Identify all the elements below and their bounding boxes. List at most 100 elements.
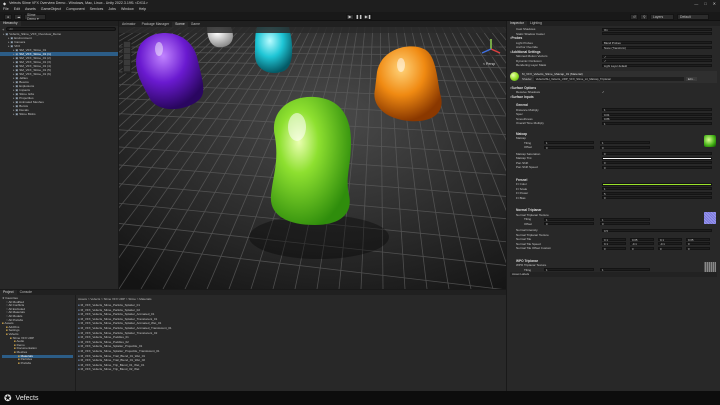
menu-file[interactable]: File: [3, 7, 9, 11]
normal-offset-y-field[interactable]: 0: [600, 222, 650, 226]
unity-logo-icon: ◆: [3, 0, 7, 6]
maximize-icon[interactable]: □: [704, 1, 706, 6]
minimize-icon[interactable]: —: [694, 1, 698, 6]
brand-bar: ✪ Vefects: [0, 391, 720, 405]
file-list-item[interactable]: ● M_VFX_Vefects_Slime_Trip_Blend_02_Wet: [78, 367, 498, 372]
tiling-x-field[interactable]: 1: [544, 141, 594, 145]
property-field[interactable]: ✓: [602, 54, 712, 58]
tab-inspector[interactable]: Inspector: [507, 21, 527, 26]
scene-view[interactable]: < Persp: [119, 27, 506, 289]
play-button[interactable]: ▶: [346, 13, 354, 20]
normal-offset-row: Offset 0 0: [510, 222, 717, 227]
vector-component-field[interactable]: 0: [630, 246, 654, 250]
asset-labels-row[interactable]: Asset Labels: [510, 272, 717, 277]
shader-dropdown[interactable]: Vefects/SH_Vefects_URP_VFX_Slime_Lit_Mat…: [533, 77, 684, 81]
vector-component-field[interactable]: 0: [602, 246, 626, 250]
material-header[interactable]: M_VFX_Vefects_Slime_Matcap_01 (Material)…: [510, 70, 717, 83]
property-field[interactable]: [602, 182, 712, 186]
green-slime[interactable]: [270, 96, 351, 225]
property-field[interactable]: [602, 32, 712, 36]
persp-label[interactable]: < Persp: [483, 62, 495, 66]
hierarchy-item[interactable]: ▸ ▣ Slime Blobs: [0, 112, 118, 116]
main-toolbar: ● ☁ Slime Demo ▾ ▶ ❚❚ ▶❚ ↺ ⚲ Layers Defa…: [0, 12, 720, 21]
close-icon[interactable]: ✕: [713, 1, 716, 6]
property-field[interactable]: Blend Probes: [602, 41, 712, 45]
project-breadcrumb[interactable]: Assets > Vefects > Slime VFX URP > Slime…: [78, 297, 151, 301]
menu-component[interactable]: Component: [66, 7, 85, 11]
pause-button[interactable]: ❚❚: [355, 13, 363, 20]
vector-component-field[interactable]: 0.1: [658, 237, 682, 241]
property-field[interactable]: On: [602, 27, 712, 31]
wpo-tiling-x-field[interactable]: 1: [544, 268, 594, 272]
menu-gameobject[interactable]: GameObject: [41, 7, 61, 11]
vector-component-field[interactable]: 0: [686, 246, 710, 250]
property-field[interactable]: 0: [602, 161, 712, 165]
property-field[interactable]: 0.5: [602, 228, 712, 232]
property-field[interactable]: Light Layer default: [602, 63, 712, 67]
menu-edit[interactable]: Edit: [14, 7, 20, 11]
layout-dropdown[interactable]: Default: [677, 13, 709, 20]
property-field[interactable]: None (Transform): [602, 45, 712, 49]
tab-hierarchy[interactable]: Hierarchy: [0, 21, 21, 26]
orange-slime[interactable]: [374, 46, 442, 122]
step-button[interactable]: ▶❚: [364, 13, 372, 20]
normal-tiling-x-field[interactable]: 1: [544, 217, 594, 221]
shader-edit-button[interactable]: Edit...: [685, 77, 697, 81]
vector-component-field[interactable]: 0.1: [602, 237, 626, 241]
property-field[interactable]: 1: [602, 108, 712, 112]
scale-tool-icon[interactable]: [124, 60, 130, 65]
file-name: M_VFX_Vefects_Slime_Particle_Splatter_Tr…: [80, 316, 158, 321]
offset-x-field[interactable]: 0: [544, 145, 594, 149]
project-file-list: ● M_VFX_Vefects_Slime_Particle_Splatter_…: [78, 303, 498, 372]
menu-services[interactable]: Services: [90, 7, 104, 11]
asset-labels-label: Asset Labels: [512, 272, 530, 277]
tiling-y-field[interactable]: 1: [600, 141, 650, 145]
property-field[interactable]: ✓: [602, 59, 712, 63]
normal-tiling-y-field[interactable]: 1: [600, 217, 650, 221]
vector-component-field[interactable]: 0.05: [686, 237, 710, 241]
menu-assets[interactable]: Assets: [25, 7, 36, 11]
account-dropdown[interactable]: Slime Demo ▾: [24, 13, 46, 21]
scene-overlay-toolbar[interactable]: [119, 27, 506, 33]
hierarchy-search-input[interactable]: All: [6, 27, 116, 31]
vector-component-field[interactable]: 0.05: [630, 237, 654, 241]
property-field[interactable]: 0: [602, 196, 712, 200]
property-field[interactable]: 0.01: [602, 112, 712, 116]
file-name: M_VFX_Vefects_Slime_Splatter_Projectile_…: [80, 348, 160, 353]
normal-offset-x-field[interactable]: 0: [544, 222, 594, 226]
wpo-tiling-y-field[interactable]: 1: [600, 268, 650, 272]
menu-help[interactable]: Help: [139, 7, 146, 11]
hand-tool-icon[interactable]: [124, 42, 130, 47]
surface-inputs-section[interactable]: ▾ Surface Inputs: [510, 95, 717, 100]
property-field[interactable]: 0.86: [602, 117, 712, 121]
cloud-icon[interactable]: ☁: [14, 13, 22, 20]
file-name: M_VFX_Vefects_Slime_Puddles_01: [80, 335, 129, 340]
menu-jobs[interactable]: Jobs: [108, 7, 116, 11]
vector-component-field[interactable]: -0.1: [630, 242, 654, 246]
vector-component-field[interactable]: -0.1: [658, 242, 682, 246]
property-field[interactable]: 5: [602, 191, 712, 195]
property-field[interactable]: [602, 156, 712, 160]
vector-component-field[interactable]: 0.1: [602, 242, 626, 246]
property-label: Pan Shift Speed: [516, 165, 538, 170]
property-field[interactable]: 0: [602, 152, 712, 156]
folder-tree-item[interactable]: ■ Prefabs: [2, 361, 73, 366]
add-icon[interactable]: +: [2, 27, 4, 32]
property-field[interactable]: 1: [602, 121, 712, 125]
vector-component-field[interactable]: 0: [686, 242, 710, 246]
layers-dropdown[interactable]: Layers: [650, 13, 674, 20]
search-icon[interactable]: ⚲: [640, 13, 648, 20]
vector-component-field[interactable]: 0: [658, 246, 682, 250]
property-field[interactable]: 1: [602, 187, 712, 191]
menu-window[interactable]: Window: [121, 7, 134, 11]
property-field[interactable]: 0: [602, 165, 712, 169]
scene-render[interactable]: < Persp: [119, 27, 506, 289]
rotate-tool-icon[interactable]: [124, 54, 130, 59]
offset-y-field[interactable]: 0: [600, 145, 650, 149]
account-icon[interactable]: ●: [4, 13, 12, 20]
cyan-slime[interactable]: [255, 27, 293, 74]
rect-tool-icon[interactable]: [124, 66, 130, 71]
move-tool-icon[interactable]: [124, 48, 130, 53]
tab-lighting[interactable]: Lighting: [527, 21, 545, 26]
history-icon[interactable]: ↺: [630, 13, 638, 20]
